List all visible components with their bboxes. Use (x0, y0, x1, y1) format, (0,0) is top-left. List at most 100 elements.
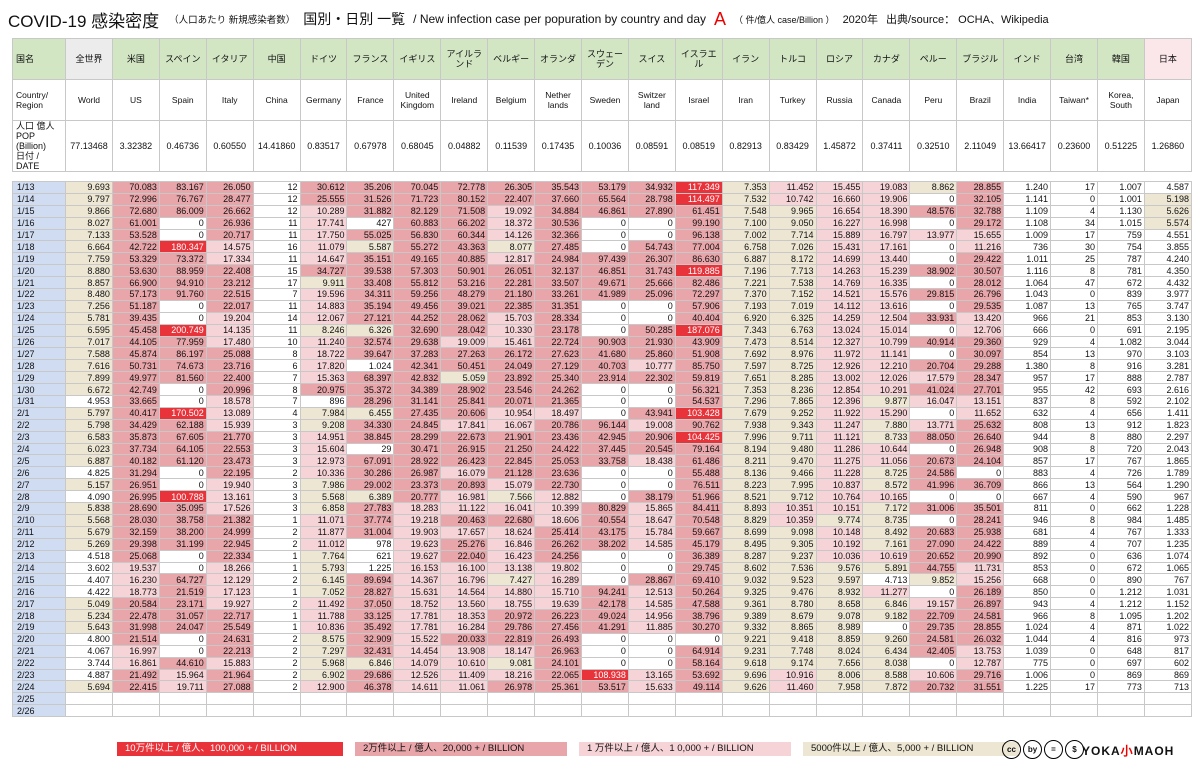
value-cell: 8.880 (65, 264, 113, 278)
value-cell: 11.275 (815, 454, 864, 468)
value-cell: 11.460 (768, 680, 817, 694)
value-cell: 10.742 (768, 192, 817, 206)
value-cell: 49.671 (581, 276, 629, 290)
title-marker: A (714, 8, 727, 29)
value-cell: 49.024 (581, 609, 629, 622)
value-cell: 20.777 (393, 490, 442, 504)
value-cell: 40.182 (111, 454, 160, 468)
value-cell: 12.854 (815, 383, 864, 397)
value-cell: 9.618 (721, 656, 770, 670)
value-cell: 17.841 (440, 418, 489, 432)
value-cell: 29.638 (393, 335, 442, 349)
value-cell: 26.223 (534, 609, 582, 622)
value-cell (158, 692, 207, 706)
value-cell: 9.098 (768, 525, 817, 539)
value-cell: 26.050 (205, 181, 254, 194)
value-cell: 7.651 (721, 371, 770, 385)
value-cell: 0 (627, 216, 676, 230)
value-cell: 978 (346, 537, 395, 551)
value-cell: 8.725 (768, 359, 817, 373)
legend-item: 5000件以上 / 億人、5,000 + / BILLION (803, 742, 1019, 756)
value-cell: 14.135 (205, 323, 254, 337)
value-cell: 0 (1050, 502, 1098, 515)
value-cell: 30.507 (956, 264, 1005, 278)
value-cell: 42.341 (393, 359, 442, 373)
infection-table: 国名 全世界 米国 スペイン イタリア 中国 ドイツ フランス イギリス アイルランド ベルギー オラ… (11, 38, 1193, 718)
value-cell (346, 704, 395, 718)
value-cell: 6.145 (299, 573, 348, 587)
value-cell: 9.078 (815, 609, 864, 622)
value-cell: 35.206 (346, 181, 395, 194)
value-cell: 4.953 (65, 395, 113, 408)
value-cell: 25.276 (440, 537, 489, 551)
table-row: 2/26 (11, 704, 1193, 718)
value-cell (815, 692, 864, 706)
table-row: 1/22 8.480 57.173 91.760 22.515 7 19.596 34.311… (11, 288, 1193, 301)
value-cell: 7.986 (299, 478, 348, 492)
value-cell: 12.396 (815, 395, 864, 408)
value-cell: 19.623 (393, 537, 442, 551)
column-header-jp: スウェーデン (581, 38, 629, 80)
value-cell: 16.284 (440, 620, 489, 634)
table-row: 2/18 5.234 22.478 31.057 22.717 1 11.788 33.125… (11, 609, 1193, 622)
value-cell: 15.633 (627, 680, 676, 694)
value-cell: 7.256 (65, 299, 113, 313)
column-header-jp: 日本 (1143, 38, 1193, 80)
value-cell: 8.699 (721, 525, 770, 539)
value-cell: 31.551 (956, 680, 1005, 694)
value-cell: 17.480 (205, 335, 254, 349)
value-cell: 48.279 (440, 288, 489, 301)
value-cell: 12.882 (534, 490, 582, 504)
value-cell: 61.451 (674, 204, 723, 218)
date-cell: 2/8 (11, 490, 67, 504)
value-cell (627, 704, 676, 718)
date-cell: 1/24 (11, 311, 67, 325)
value-cell: 1.130 (1096, 204, 1145, 218)
value-cell: 23.546 (487, 383, 536, 397)
column-header-en: Taiwan* (1050, 79, 1098, 121)
value-cell: 0 (158, 561, 207, 575)
value-cell: 103.428 (674, 406, 723, 420)
value-cell: 7.193 (721, 299, 770, 313)
value-cell: 8 (1050, 513, 1098, 527)
value-cell: 1.380 (1003, 359, 1052, 373)
value-cell: 8.077 (487, 240, 536, 254)
value-cell: 726 (1096, 466, 1145, 480)
table-row: 2/25 (11, 692, 1193, 706)
value-cell: 662 (1096, 502, 1145, 515)
value-cell: 20.545 (627, 442, 676, 456)
value-cell: 7 (252, 288, 301, 301)
value-cell: 15.939 (205, 418, 254, 432)
header-row-en: Country/ Region World US Spain Italy China Ger… (11, 79, 1193, 121)
value-cell: 1.411 (1143, 406, 1193, 420)
value-cell: 869 (1143, 668, 1193, 682)
license-badges: cc by = $ (1002, 740, 1084, 759)
value-cell: 31.743 (627, 264, 676, 278)
value-cell: 5.059 (440, 371, 489, 385)
value-cell: 4.067 (65, 644, 113, 658)
column-header-jp: 韓国 (1096, 38, 1145, 80)
value-cell: 31.882 (346, 204, 395, 218)
value-cell: 37.660 (534, 192, 582, 206)
value-cell: 20.652 (909, 549, 958, 563)
value-cell (581, 692, 629, 706)
value-cell: 1 (252, 561, 301, 575)
value-cell: 1.082 (1096, 335, 1145, 349)
value-cell: 19.157 (909, 597, 958, 611)
value-cell: 4.422 (65, 585, 113, 599)
value-cell: 3 (252, 478, 301, 492)
value-cell: 713 (1143, 680, 1193, 694)
value-cell: 22.040 (440, 549, 489, 563)
value-cell: 0 (627, 383, 676, 397)
value-cell: 34.884 (534, 204, 582, 218)
value-cell: 80.829 (581, 502, 629, 515)
value-cell (534, 704, 582, 718)
value-cell: 11.056 (862, 454, 911, 468)
value-cell: 22.302 (627, 371, 676, 385)
date-cell: 1/19 (11, 252, 67, 266)
value-cell: 966 (1003, 311, 1052, 325)
population-cell: 0.17435 (534, 120, 582, 172)
value-cell: 20.606 (440, 406, 489, 420)
population-cell: 0.04882 (440, 120, 489, 172)
value-cell: 88.050 (909, 430, 958, 444)
